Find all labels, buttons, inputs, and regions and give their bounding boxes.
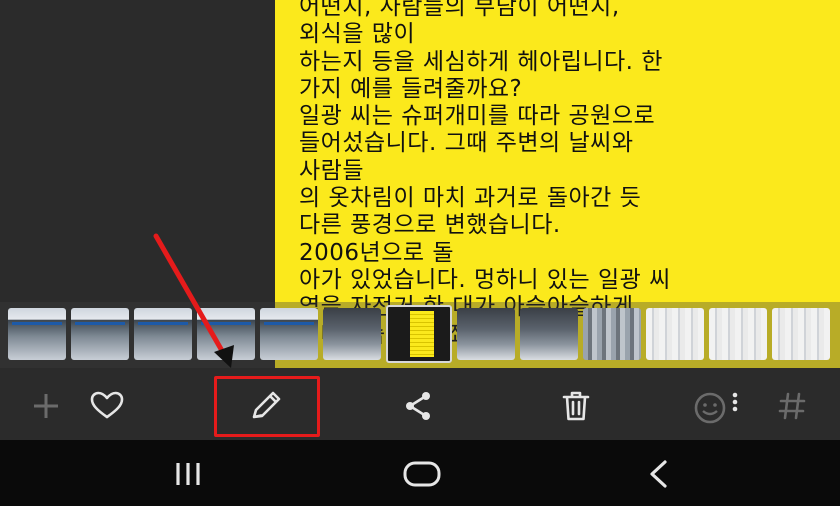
back-button[interactable] (626, 454, 690, 494)
thumbnail[interactable] (134, 308, 192, 360)
note-text-line: 아가 있었습니다. 멍하니 있는 일광 씨 (299, 266, 671, 293)
home-button[interactable] (390, 454, 454, 494)
system-nav-bar (0, 440, 840, 506)
thumbnail[interactable] (772, 308, 830, 360)
note-text-line: 의 옷차림이 마치 과거로 돌아간 듯 (299, 185, 642, 212)
note-text-line: 사람들 (299, 157, 364, 184)
heart-icon (90, 391, 124, 419)
hashtag-button[interactable] (762, 376, 822, 436)
thumbnail[interactable] (583, 308, 641, 360)
thumbnail[interactable] (457, 308, 515, 360)
note-text-line: 들어섰습니다. 그때 주변의 날씨와 (299, 130, 634, 157)
share-icon (406, 392, 430, 420)
thumbnail[interactable] (646, 308, 704, 360)
favorite-button[interactable] (77, 376, 137, 436)
trash-icon (562, 391, 590, 421)
thumbnail-selected[interactable] (386, 305, 452, 363)
delete-button[interactable] (546, 376, 606, 436)
sticker-icon (694, 392, 738, 424)
note-text-line: 가지 예를 들려줄까요? (299, 75, 523, 102)
action-bar (0, 368, 840, 440)
recent-apps-icon (176, 463, 200, 485)
share-button[interactable] (388, 376, 448, 436)
note-text-line: 2006년으로 돌 (299, 239, 454, 266)
thumbnail[interactable] (197, 308, 255, 360)
note-text-line: 다른 풍경으로 변했습니다. (299, 212, 561, 239)
sticker-button[interactable] (680, 376, 744, 436)
thumbnail[interactable] (260, 308, 318, 360)
note-text-line: 하는지 등을 세심하게 헤아립니다. 한 (299, 48, 663, 75)
thumbnail[interactable] (71, 308, 129, 360)
note-text-line: 외식을 많이 (299, 21, 416, 48)
thumbnail[interactable] (520, 308, 578, 360)
thumbnail-filmstrip[interactable] (0, 302, 840, 368)
hashtag-icon (778, 392, 806, 420)
back-icon (650, 460, 667, 488)
thumbnail[interactable] (8, 308, 66, 360)
thumbnail[interactable] (323, 308, 381, 360)
note-text-line: 일광 씨는 슈퍼개미를 따라 공원으로 (299, 103, 656, 130)
plus-icon (34, 394, 58, 418)
add-button[interactable] (16, 376, 76, 436)
recent-apps-button[interactable] (156, 454, 220, 494)
note-text-line: 어떤지, 사람들의 부담이 어떤지, (299, 0, 620, 20)
edit-highlight-box (214, 376, 320, 437)
thumbnail[interactable] (709, 308, 767, 360)
home-icon (403, 461, 441, 487)
